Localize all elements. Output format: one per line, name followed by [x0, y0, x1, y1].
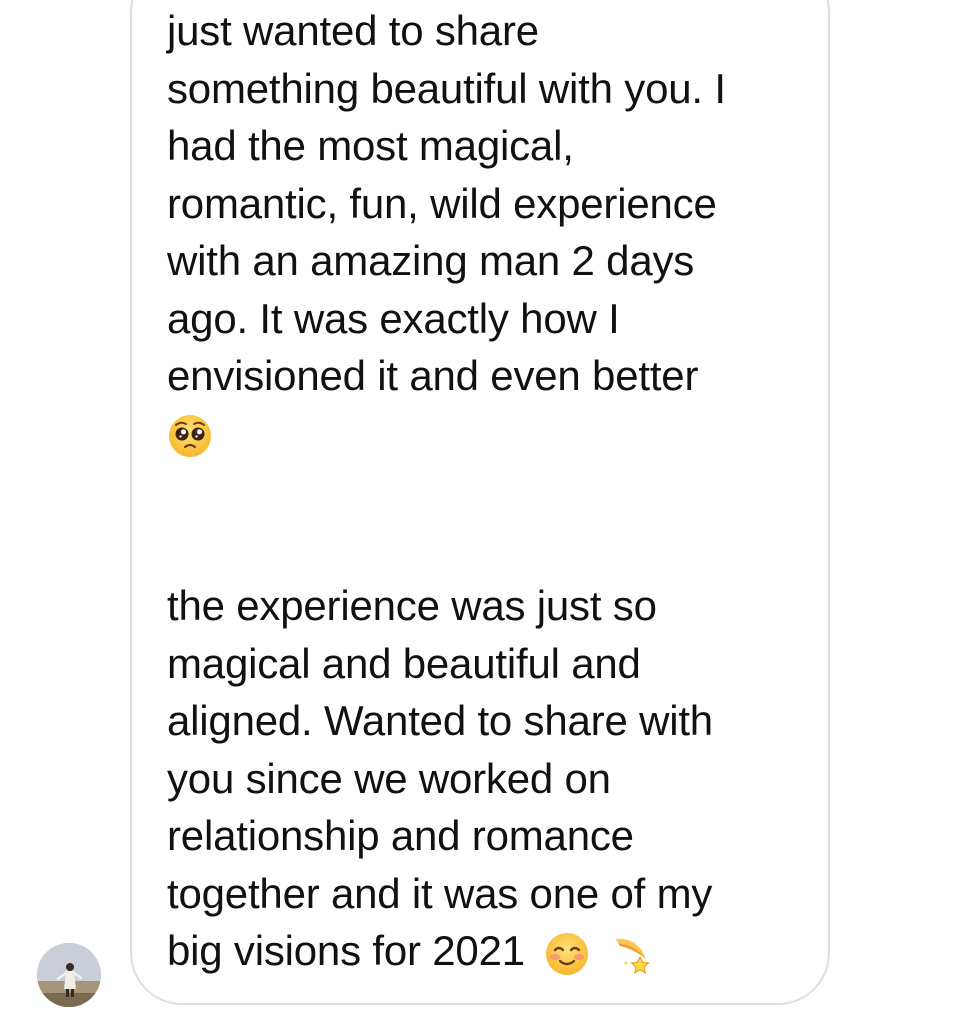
profile-avatar-icon	[37, 943, 101, 1007]
smiling-face-icon	[546, 932, 589, 975]
message-line-last: big visions for 2021	[167, 922, 652, 980]
emoji-line	[167, 404, 213, 462]
message-line: had the most magical,	[167, 122, 574, 169]
message-line: with an amazing man 2 days	[167, 237, 695, 284]
dizzy-icon	[615, 938, 650, 974]
message-line: aligned. Wanted to share with	[167, 697, 713, 744]
message-line: the experience was just so	[167, 582, 657, 629]
message-line: you since we worked on	[167, 754, 611, 802]
message-line: magical and beautiful and	[167, 639, 641, 687]
message-line: romantic, fun, wild experience	[167, 179, 717, 227]
message-text: big visions for 2021	[167, 927, 525, 974]
message-line: just wanted to share	[167, 7, 539, 54]
message-line: something beautiful with you. I	[167, 64, 726, 112]
sender-avatar[interactable]	[37, 943, 101, 1007]
message-line: together and it was one of my	[167, 869, 713, 917]
message-line: relationship and romance	[167, 812, 634, 859]
pleading-face-icon	[169, 414, 211, 457]
message-line: ago. It was exactly how I	[167, 294, 620, 342]
message-line: envisioned it and even better	[167, 352, 699, 399]
